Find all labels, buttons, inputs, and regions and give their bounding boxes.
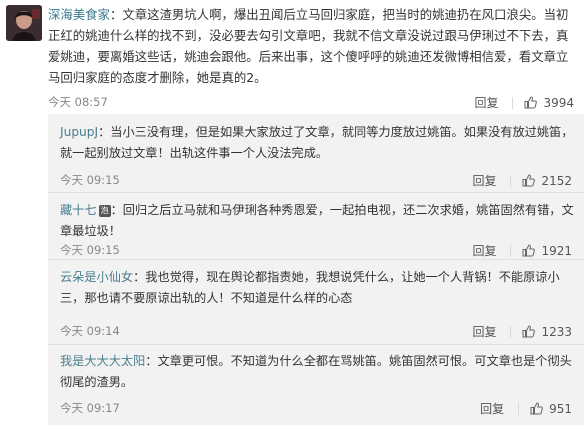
thumbs-up-icon[interactable] <box>524 96 538 109</box>
like-count: 1233 <box>541 324 572 339</box>
reply-button[interactable]: 回复 <box>474 94 498 111</box>
reply-username[interactable]: 藏十七 <box>60 203 97 217</box>
reply-button[interactable]: 回复 <box>472 323 496 340</box>
reply-actions: 回复 951 <box>480 400 572 417</box>
divider <box>510 174 512 187</box>
reply-timestamp: 今天 09:14 <box>60 324 120 338</box>
reply-body: ：我也觉得，现在舆论都指责她，我想说凭什么，让她一个人背锅！不能原谅小三，那也请… <box>60 270 560 305</box>
comment-thread: 深海美食家：文章这渣男坑人啊，爆出丑闻后立马回归家庭，把当时的姚迪扔在风口浪尖。… <box>0 0 584 425</box>
reply-timestamp: 今天 09:15 <box>60 243 120 257</box>
divider <box>510 244 512 257</box>
reply-list: JupupJ：当小三没有理，但是如果大家放过了文章，就同等力度放过姚笛。如果没有… <box>48 114 584 425</box>
member-badge-icon: 泡 <box>98 205 111 217</box>
thumbs-up-icon[interactable] <box>522 174 536 187</box>
like-count: 3994 <box>543 95 574 110</box>
comment-username[interactable]: 深海美食家 <box>48 7 110 22</box>
comment-timestamp: 今天 08:57 <box>48 95 108 109</box>
divider <box>512 96 514 109</box>
list-item: JupupJ：当小三没有理，但是如果大家放过了文章，就同等力度放过姚笛。如果没有… <box>48 114 584 192</box>
reply-username[interactable]: 云朵是小仙女 <box>60 270 133 284</box>
reply-username[interactable]: 我是大大大太阳 <box>60 354 145 368</box>
reply-timestamp: 今天 09:17 <box>60 401 120 415</box>
like-count: 951 <box>549 401 572 416</box>
reply-actions: 回复 1233 <box>472 323 572 340</box>
reply-body: ：回归之后立马就和马伊琍各种秀恩爱，一起拍电视，还二次求婚，姚笛固然有错，文章最… <box>60 203 574 238</box>
reply-text: JupupJ：当小三没有理，但是如果大家放过了文章，就同等力度放过姚笛。如果没有… <box>60 122 576 164</box>
comment-actions: 回复 3994 <box>474 94 574 111</box>
reply-text: 云朵是小仙女：我也觉得，现在舆论都指责她，我想说凭什么，让她一个人背锅！不能原谅… <box>60 267 576 309</box>
thumbs-up-icon[interactable] <box>522 325 536 338</box>
avatar[interactable] <box>6 5 42 41</box>
main-comment: 深海美食家：文章这渣男坑人啊，爆出丑闻后立马回归家庭，把当时的姚迪扔在风口浪尖。… <box>0 0 584 112</box>
thumbs-up-icon[interactable] <box>522 244 536 257</box>
comment-body: ：文章这渣男坑人啊，爆出丑闻后立马回归家庭，把当时的姚迪扔在风口浪尖。当初正红的… <box>48 7 569 85</box>
reply-username[interactable]: JupupJ <box>60 125 98 139</box>
divider <box>510 325 512 338</box>
like-count: 2152 <box>541 173 572 188</box>
reply-text: 我是大大大太阳：文章更可恨。不知道为什么全都在骂姚笛。姚笛固然可恨。可文章也是个… <box>60 351 576 393</box>
reply-button[interactable]: 回复 <box>472 242 496 259</box>
reply-actions: 回复 1921 <box>472 242 572 259</box>
reply-button[interactable]: 回复 <box>480 400 504 417</box>
reply-actions: 回复 2152 <box>472 172 572 189</box>
list-item: 藏十七泡：回归之后立马就和马伊琍各种秀恩爱，一起拍电视，还二次求婚，姚笛固然有错… <box>48 193 584 259</box>
reply-button[interactable]: 回复 <box>472 172 496 189</box>
like-count: 1921 <box>541 243 572 258</box>
reply-body: ：当小三没有理，但是如果大家放过了文章，就同等力度放过姚笛。如果没有放过姚笛，就… <box>60 125 574 160</box>
divider <box>518 402 520 415</box>
list-item: 云朵是小仙女：我也觉得，现在舆论都指责她，我想说凭什么，让她一个人背锅！不能原谅… <box>48 260 584 344</box>
reply-timestamp: 今天 09:15 <box>60 173 120 187</box>
thumbs-up-icon[interactable] <box>530 402 543 415</box>
list-item: 我是大大大太阳：文章更可恨。不知道为什么全都在骂姚笛。姚笛固然可恨。可文章也是个… <box>48 345 584 425</box>
comment-text: 深海美食家：文章这渣男坑人啊，爆出丑闻后立马回归家庭，把当时的姚迪扔在风口浪尖。… <box>48 4 578 88</box>
reply-text: 藏十七泡：回归之后立马就和马伊琍各种秀恩爱，一起拍电视，还二次求婚，姚笛固然有错… <box>60 200 576 242</box>
